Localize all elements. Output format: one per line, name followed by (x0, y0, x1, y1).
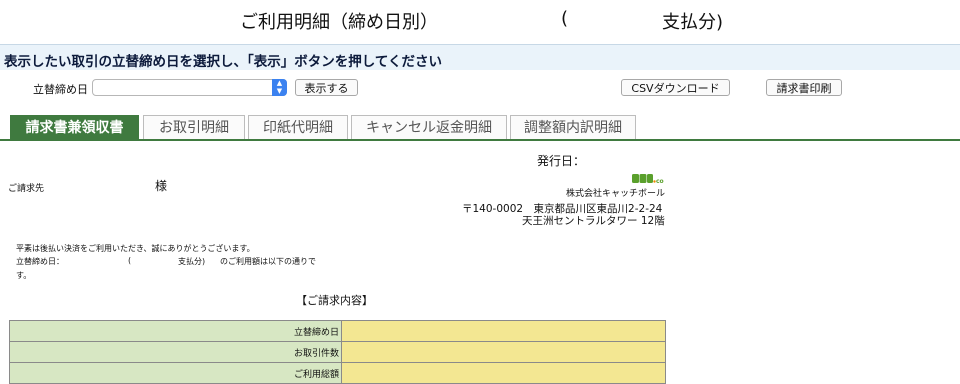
close-date-message-pay: 支払分) (178, 257, 206, 266)
row-value-transaction-count (341, 341, 666, 363)
tab-transaction-details[interactable]: お取引明細 (143, 115, 245, 140)
close-date-message-rest: のご利用額は以下の通りで (220, 257, 316, 266)
row-label-close-date: 立替締め日 (9, 320, 342, 342)
greeting-text: 平素は後払い決済をご利用いただき、誠にありがとうございます。 (16, 244, 255, 253)
close-date-select[interactable]: ▲ ▼ (92, 79, 287, 96)
billing-details-heading: 【ご請求内容】 (296, 294, 373, 307)
row-label-transaction-count: お取引件数 (9, 341, 342, 363)
page-title-text: ご利用明細（締め日別） (240, 12, 438, 33)
tab-invoice-receipt[interactable]: 請求書兼領収書 (10, 115, 139, 140)
instruction-bar: 表示したい取引の立替締め日を選択し、「表示」ボタンを押してください (0, 44, 960, 70)
close-date-message-end: す。 (16, 271, 32, 280)
page-title-pay-suffix: 支払分) (662, 12, 724, 33)
issue-date-label: 発行日： (537, 154, 586, 168)
tab-adjustment-details[interactable]: 調整額内訳明細 (510, 115, 636, 140)
table-row: ご利用総額 (9, 362, 666, 384)
table-row: 立替締め日 (9, 320, 666, 342)
select-updown-arrow-icon: ▲ ▼ (272, 79, 287, 96)
row-value-close-date (341, 320, 666, 342)
table-row: お取引件数 (9, 341, 666, 363)
company-name: 株式会社キャッチボール (566, 189, 666, 199)
instruction-text: 表示したい取引の立替締め日を選択し、「表示」ボタンを押してください (4, 54, 442, 70)
page-title: ご利用明細（締め日別） ( 支払分) (0, 8, 960, 36)
tab-stamp-fee-details[interactable]: 印紙代明細 (248, 115, 348, 140)
tab-underline (0, 139, 960, 141)
close-date-message-paren: ( (128, 256, 132, 265)
close-date-message-label: 立替締め日： (16, 257, 64, 266)
print-invoice-button[interactable]: 請求書印刷 (766, 79, 842, 96)
billing-to-label: ご請求先 (8, 184, 45, 194)
row-label-total-usage: ご利用総額 (9, 362, 342, 384)
row-value-total-usage (341, 362, 666, 384)
svg-text:com: com (656, 178, 664, 185)
csv-download-button[interactable]: CSVダウンロード (621, 79, 730, 96)
page-title-paren: ( (561, 8, 569, 29)
honorific: 様 (155, 179, 168, 193)
close-date-label: 立替締め日 (33, 83, 88, 96)
show-button[interactable]: 表示する (295, 79, 358, 96)
billing-summary-table: 立替締め日 お取引件数 ご利用総額 (9, 320, 666, 384)
tab-cancel-refund-details[interactable]: キャンセル返金明細 (351, 115, 507, 140)
atobarai-com-logo: com (632, 174, 664, 185)
company-address-line2: 天王洲セントラルタワー 12階 (522, 215, 665, 227)
